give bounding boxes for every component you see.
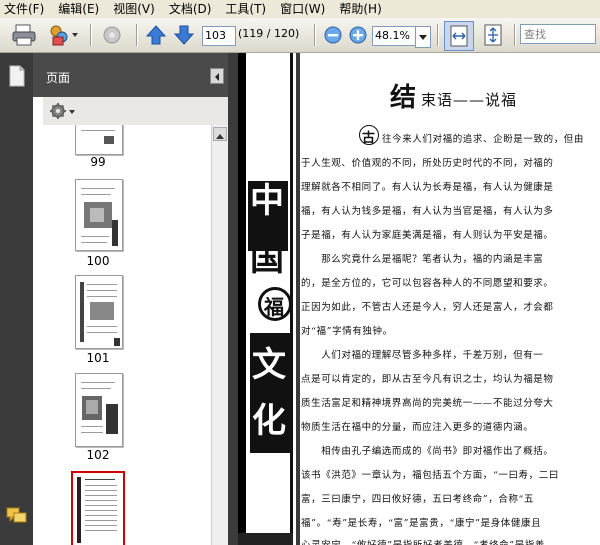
menu-file[interactable]: 文件(F): [4, 0, 44, 18]
page-number-field[interactable]: 103: [202, 26, 236, 46]
toolbar: 103 (119 / 120) 48.1% 查找: [0, 18, 600, 53]
body-line: 那么究竟什么是福呢？笔者认为，福的内涵是丰富: [301, 254, 544, 265]
previous-page-button[interactable]: [145, 23, 167, 47]
arrow-up-icon: [145, 25, 167, 45]
menu-tools[interactable]: 工具(T): [225, 0, 266, 18]
menu-bar: 文件(F) 编辑(E) 视图(V) 文档(D) 工具(T) 窗口(W) 帮助(H): [0, 0, 600, 18]
thumbnail-label: 101: [86, 351, 110, 365]
scroll-up-button[interactable]: [213, 127, 227, 141]
gear-icon: [50, 103, 75, 119]
chapter-title: 束语——说福: [421, 91, 518, 109]
search-input[interactable]: 查找: [520, 24, 596, 44]
body-line: 人们对福的理解尽管多种多样，千差万别，但有一: [301, 350, 544, 361]
zoom-out-icon: [324, 26, 342, 44]
thumbnail-label: 100: [86, 254, 110, 268]
body-line: 正因为如此，不管古人还是今人，穷人还是富人，才会都: [301, 302, 554, 313]
zoom-out-button[interactable]: [323, 23, 343, 47]
thumbnail-list: 99 100 101 102: [43, 125, 211, 545]
panel-options-bar: [43, 97, 228, 125]
body-line: 理解就各不相同了。有人认为长寿是福，有人认为健康是: [301, 182, 554, 193]
print-button[interactable]: [10, 23, 38, 47]
zoom-dropdown-button[interactable]: [415, 26, 431, 48]
thumbnail-page-99[interactable]: [75, 125, 123, 155]
body-line: 福”。“寿”是长寿，“富”是富贵，“康宁”是身体健康且: [301, 518, 542, 529]
chevron-left-icon: [215, 73, 219, 81]
body-line: 该书《洪范》一章认为，福包括五个方面，“一曰寿，二曰: [301, 470, 559, 481]
printer-icon: [12, 24, 36, 46]
disabled-tool-button: [98, 23, 126, 47]
body-line: 的，是全方位的，它可以包容各种人的不同愿望和要求。: [301, 278, 554, 289]
zoom-field[interactable]: 48.1%: [372, 26, 416, 46]
options-button[interactable]: [49, 102, 77, 120]
pages-panel-header: 页面: [33, 53, 228, 97]
chevron-up-icon: [216, 134, 224, 139]
next-page-button[interactable]: [173, 23, 195, 47]
thumbnail-scrollbar[interactable]: [211, 125, 229, 545]
drop-cap: 古: [362, 131, 376, 146]
pages-panel-button[interactable]: [8, 65, 26, 91]
previous-page-edge: 中 国 福 文 化: [238, 53, 296, 545]
vertical-title-char: 福: [264, 295, 284, 319]
thumbnail-page-102[interactable]: [75, 373, 123, 447]
fit-width-button[interactable]: [444, 21, 474, 51]
vertical-title-char: 中: [250, 181, 284, 221]
arrow-down-icon: [173, 25, 195, 45]
body-line: 质生活富足和精神境界高尚的完美统一——不能过分夸大: [301, 398, 554, 409]
vertical-title-char: 化: [252, 401, 286, 441]
body-line: 相传由孔子编选而成的《尚书》即对福作出了概括。: [301, 446, 554, 457]
body-line: 富，三曰康宁，四曰攸好德，五曰考终命”，合称“五: [301, 494, 535, 505]
comments-panel-button[interactable]: [6, 506, 28, 530]
thumbnail-page-101[interactable]: [75, 275, 123, 349]
fit-page-icon: [484, 24, 502, 46]
fit-width-icon: [450, 25, 468, 47]
fit-page-button[interactable]: [479, 23, 507, 47]
body-line: 物质生活在福中的分量，而应注入更多的道德内涵。: [301, 422, 534, 433]
body-line: 子是福，有人认为家庭美满是福，有人则认为平安是福。: [301, 230, 554, 241]
vertical-title-char: 文: [252, 345, 286, 385]
body-line: 往今来人们对福的追求、企盼是一致的，但由: [382, 134, 585, 145]
vertical-title-char: 国: [250, 239, 284, 279]
navigation-strip: [0, 53, 33, 545]
document-view[interactable]: 中 国 福 文 化 结 束语——说福 古 往今来人们对福的追求、企盼是一致的，但…: [238, 53, 600, 545]
comments-icon: [6, 507, 27, 523]
menu-view[interactable]: 视图(V): [113, 0, 155, 18]
zoom-in-icon: [349, 26, 367, 44]
collaborate-icon: [50, 25, 78, 46]
menu-window[interactable]: 窗口(W): [280, 0, 325, 18]
menu-edit[interactable]: 编辑(E): [58, 0, 99, 18]
body-line: 福，有人认为钱多是福，有人认为当官是福，有人认为多: [301, 206, 554, 217]
document-gutter: [228, 53, 238, 545]
body-line: 于人生观、价值观的不同，所处历史时代的不同，对福的: [301, 158, 554, 169]
panel-title: 页面: [46, 71, 71, 85]
thumbnail-page-103-selected[interactable]: [71, 471, 125, 545]
menu-help[interactable]: 帮助(H): [339, 0, 381, 18]
menu-document[interactable]: 文档(D): [169, 0, 212, 18]
thumbnail-label: 99: [90, 155, 106, 169]
zoom-in-button[interactable]: [348, 23, 368, 47]
thumbnail-label: 102: [86, 448, 110, 462]
body-line: 点是可以肯定的，即从古至今凡有识之士，均认为福是物: [301, 374, 554, 385]
globe-gear-icon: [103, 26, 121, 44]
chapter-title-first-char: 结: [390, 83, 417, 113]
collapse-panel-button[interactable]: [210, 68, 224, 84]
body-line: 对“福”字情有独钟。: [301, 326, 393, 337]
collaborate-button[interactable]: [46, 23, 82, 47]
pages-icon: [9, 65, 25, 87]
page-count-text: (119 / 120): [238, 27, 300, 40]
body-line: 心灵安宁，“攸好德”是指所好者美德，“考终命”是指善: [301, 537, 545, 545]
chevron-down-icon: [419, 35, 427, 40]
thumbnail-page-100[interactable]: [75, 179, 123, 251]
